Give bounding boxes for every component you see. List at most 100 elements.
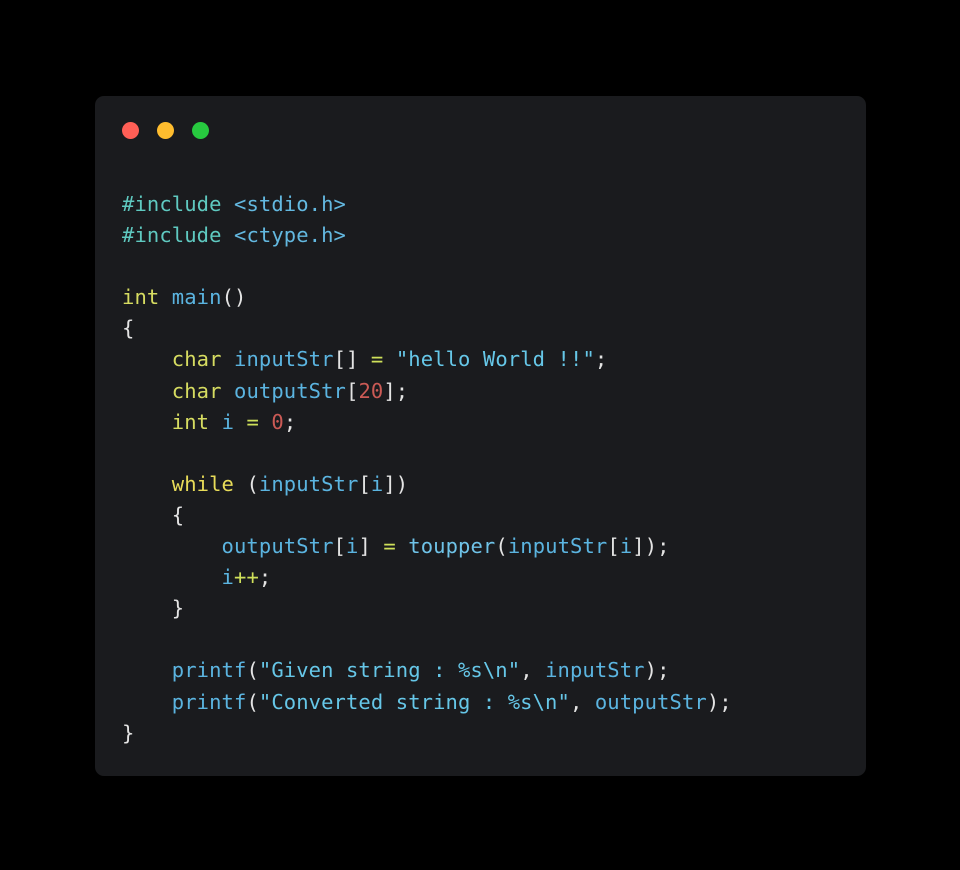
code-line: #include <ctype.h> bbox=[122, 220, 856, 251]
code-token: printf bbox=[171, 658, 247, 683]
code-token: } bbox=[171, 596, 185, 621]
code-token: i bbox=[221, 565, 234, 590]
code-token: ( bbox=[495, 534, 508, 559]
code-token: char bbox=[171, 378, 222, 403]
code-token: <stdio.h> bbox=[234, 192, 346, 216]
code-token: "Given string : %s\n" bbox=[258, 658, 521, 683]
minimize-button[interactable] bbox=[157, 122, 174, 139]
code-line: printf("Converted string : %s\n", output… bbox=[122, 687, 856, 718]
code-token: i bbox=[345, 534, 359, 559]
code-token: inputStr bbox=[507, 534, 608, 559]
code-token: ] bbox=[358, 534, 371, 559]
code-token: ++ bbox=[234, 565, 259, 590]
code-token: ; bbox=[283, 409, 297, 434]
code-token: { bbox=[171, 502, 185, 527]
code-token: = bbox=[383, 534, 396, 559]
window-controls bbox=[122, 122, 209, 139]
maximize-button[interactable] bbox=[192, 122, 209, 139]
code-token: <ctype.h> bbox=[234, 223, 346, 248]
code-token: [] bbox=[333, 347, 359, 372]
code-token: #include bbox=[122, 223, 222, 248]
code-token: ); bbox=[644, 658, 670, 683]
code-token: = bbox=[370, 347, 384, 372]
code-window-card: #include <stdio.h> #include <ctype.h> int… bbox=[95, 96, 866, 776]
code-token: [ bbox=[358, 471, 371, 496]
code-line: int i = 0; bbox=[122, 407, 856, 438]
code-token: inputStr bbox=[234, 347, 334, 372]
code-line: printf("Given string : %s\n", inputStr); bbox=[122, 655, 856, 686]
close-button[interactable] bbox=[122, 122, 139, 139]
code-token: 20 bbox=[358, 378, 384, 403]
code-token: #include bbox=[122, 192, 222, 216]
code-token: , bbox=[569, 689, 595, 714]
code-token: ; bbox=[594, 347, 608, 372]
code-line: i++; bbox=[122, 562, 856, 593]
code-token: "hello World !!" bbox=[395, 347, 595, 372]
code-line: char outputStr[20]; bbox=[122, 376, 856, 407]
code-token: ( bbox=[246, 658, 259, 683]
code-token: ); bbox=[706, 689, 732, 714]
code-line: } bbox=[122, 718, 856, 749]
code-token: 0 bbox=[271, 409, 284, 434]
code-token: outputStr bbox=[221, 534, 334, 559]
code-token: [ bbox=[346, 378, 359, 403]
code-token: main bbox=[171, 285, 222, 310]
code-token: inputStr bbox=[545, 658, 645, 683]
code-token: ( bbox=[246, 689, 259, 714]
code-token: i bbox=[370, 471, 384, 496]
code-token: int bbox=[171, 409, 210, 434]
code-token: = bbox=[246, 409, 259, 434]
code-token: ( bbox=[234, 471, 259, 496]
code-token: { bbox=[122, 316, 135, 341]
code-token: outputStr bbox=[234, 378, 346, 403]
code-token: () bbox=[221, 285, 247, 310]
code-line: outputStr[i] = toupper(inputStr[i]); bbox=[122, 531, 856, 562]
code-token: [ bbox=[607, 534, 620, 559]
code-token: ]; bbox=[383, 378, 409, 403]
code-token: ]); bbox=[632, 534, 670, 559]
code-token: i bbox=[619, 534, 633, 559]
code-line: } bbox=[122, 593, 856, 624]
code-token: "Converted string : %s\n" bbox=[258, 689, 570, 714]
code-line: char inputStr[] = "hello World !!"; bbox=[122, 344, 856, 375]
code-token: inputStr bbox=[258, 471, 359, 496]
code-token: toupper bbox=[408, 534, 496, 559]
code-block[interactable]: #include <stdio.h> #include <ctype.h> int… bbox=[122, 189, 856, 749]
code-token: i bbox=[221, 409, 235, 434]
screenshot-canvas: #include <stdio.h> #include <ctype.h> int… bbox=[0, 0, 960, 870]
code-token: } bbox=[122, 720, 135, 745]
code-token: outputStr bbox=[594, 689, 707, 714]
code-line: #include <stdio.h> bbox=[122, 189, 856, 220]
code-line: while (inputStr[i]) bbox=[122, 469, 856, 500]
code-token: while bbox=[171, 471, 234, 496]
code-line: { bbox=[122, 313, 856, 344]
code-line: int main() bbox=[122, 282, 856, 313]
code-token: char bbox=[171, 347, 222, 372]
code-token: ]) bbox=[383, 471, 409, 496]
code-token: [ bbox=[333, 534, 346, 559]
